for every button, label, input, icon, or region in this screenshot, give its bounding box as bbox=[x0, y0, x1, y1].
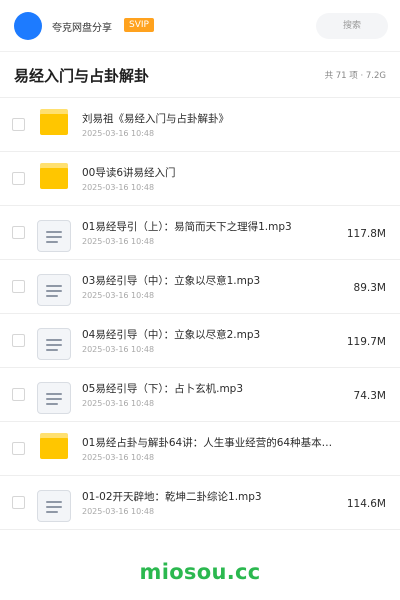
row-checkbox[interactable] bbox=[12, 172, 25, 185]
file-size: 117.8M bbox=[346, 228, 386, 240]
file-size: 89.3M bbox=[353, 282, 386, 294]
file-date: 2025-03-16 10:48 bbox=[82, 399, 155, 408]
document-icon bbox=[37, 274, 71, 306]
document-icon bbox=[37, 490, 71, 522]
folder-header: 易经入门与占卦解卦 共 71 项 · 7.2G bbox=[0, 52, 400, 98]
file-name: 刘易祖《易经入门与占卦解卦》 bbox=[82, 113, 229, 125]
file-date: 2025-03-16 10:48 bbox=[82, 453, 155, 462]
document-icon bbox=[37, 220, 71, 252]
file-date: 2025-03-16 10:48 bbox=[82, 183, 155, 192]
document-icon bbox=[37, 382, 71, 414]
file-size: 114.6M bbox=[346, 498, 386, 510]
list-item[interactable]: 刘易祖《易经入门与占卦解卦》 2025-03-16 10:48 bbox=[0, 98, 400, 152]
list-item[interactable]: 01易经导引（上）：易简而天下之理得1.mp3 2025-03-16 10:48… bbox=[0, 206, 400, 260]
avatar[interactable] bbox=[14, 12, 42, 40]
row-checkbox[interactable] bbox=[12, 334, 25, 347]
row-checkbox[interactable] bbox=[12, 118, 25, 131]
file-name: 00导读6讲易经入门 bbox=[82, 167, 176, 179]
page-title: 易经入门与占卦解卦 bbox=[14, 67, 150, 85]
site-name: 夸克网盘分享 bbox=[52, 23, 112, 34]
top-bar: 夸克网盘分享 SVIP 搜索 bbox=[0, 0, 400, 52]
list-item[interactable]: 03易经引导（中）：立象以尽意1.mp3 2025-03-16 10:48 89… bbox=[0, 260, 400, 314]
folder-icon bbox=[40, 433, 68, 459]
item-summary: 共 71 项 · 7.2G bbox=[324, 71, 386, 81]
list-item[interactable]: 05易经引导（下）：占卜玄机.mp3 2025-03-16 10:48 74.3… bbox=[0, 368, 400, 422]
folder-icon bbox=[40, 109, 68, 135]
row-checkbox[interactable] bbox=[12, 280, 25, 293]
list-item[interactable]: 00导读6讲易经入门 2025-03-16 10:48 bbox=[0, 152, 400, 206]
file-name: 01易经占卦与解卦64讲：人生事业经营的64种基本… bbox=[82, 437, 333, 449]
search-input[interactable]: 搜索 bbox=[316, 13, 388, 39]
list-item[interactable]: 04易经引导（中）：立象以尽意2.mp3 2025-03-16 10:48 11… bbox=[0, 314, 400, 368]
list-item[interactable]: 01易经占卦与解卦64讲：人生事业经营的64种基本… 2025-03-16 10… bbox=[0, 422, 400, 476]
row-checkbox[interactable] bbox=[12, 388, 25, 401]
file-size: 74.3M bbox=[353, 390, 386, 402]
document-icon bbox=[37, 328, 71, 360]
file-date: 2025-03-16 10:48 bbox=[82, 291, 155, 300]
file-size: 119.7M bbox=[346, 336, 386, 348]
file-name: 01-02开天辟地：乾坤二卦综论1.mp3 bbox=[82, 491, 262, 503]
file-name: 03易经引导（中）：立象以尽意1.mp3 bbox=[82, 275, 261, 287]
file-name: 04易经引导（中）：立象以尽意2.mp3 bbox=[82, 329, 261, 341]
folder-icon bbox=[40, 163, 68, 189]
file-date: 2025-03-16 10:48 bbox=[82, 345, 155, 354]
file-date: 2025-03-16 10:48 bbox=[82, 507, 155, 516]
row-checkbox[interactable] bbox=[12, 226, 25, 239]
file-date: 2025-03-16 10:48 bbox=[82, 129, 155, 138]
row-checkbox[interactable] bbox=[12, 442, 25, 455]
svip-badge: SVIP bbox=[124, 18, 154, 32]
file-name: 05易经引导（下）：占卜玄机.mp3 bbox=[82, 383, 244, 395]
row-checkbox[interactable] bbox=[12, 496, 25, 509]
list-item[interactable]: 01-02开天辟地：乾坤二卦综论1.mp3 2025-03-16 10:48 1… bbox=[0, 476, 400, 530]
file-name: 01易经导引（上）：易简而天下之理得1.mp3 bbox=[82, 221, 292, 233]
file-list: 刘易祖《易经入门与占卦解卦》 2025-03-16 10:48 00导读6讲易经… bbox=[0, 98, 400, 530]
file-date: 2025-03-16 10:48 bbox=[82, 237, 155, 246]
watermark-text: miosou.cc bbox=[139, 560, 261, 584]
